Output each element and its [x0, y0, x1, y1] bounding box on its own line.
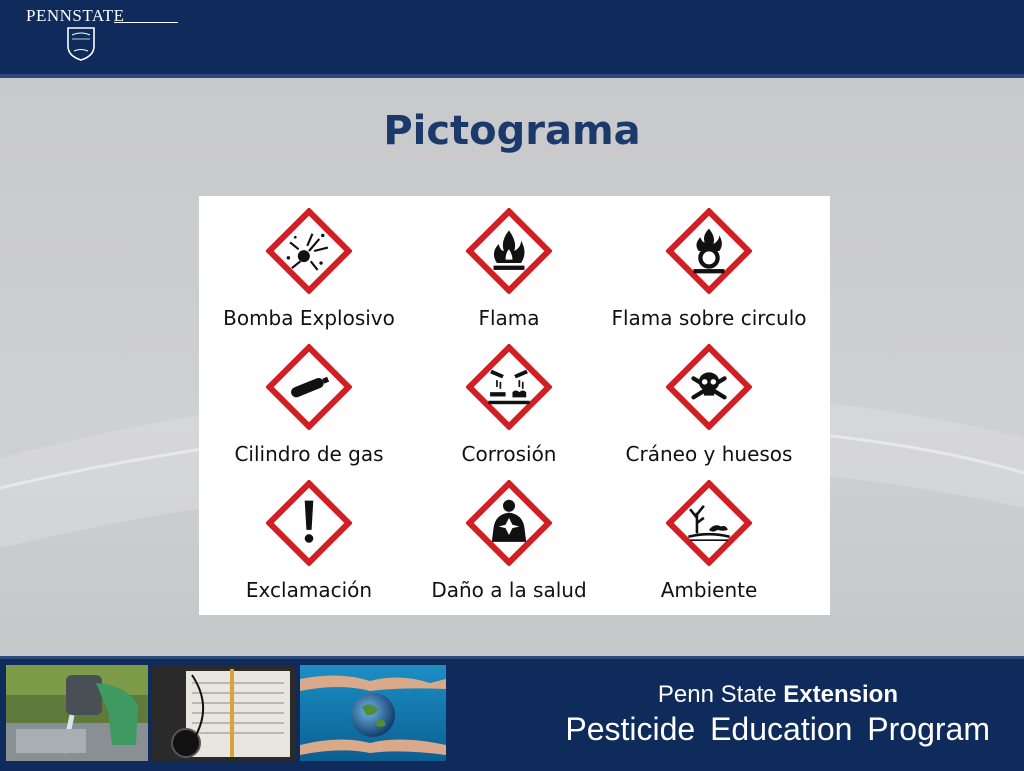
extension-brand: Penn State Extension: [560, 681, 898, 709]
flame-over-circle-icon: [666, 208, 752, 294]
brand-name: Penn State: [657, 681, 777, 708]
environment-icon: [666, 480, 752, 566]
flame-icon: [466, 208, 552, 294]
pictogram-label: Flama sobre circulo: [611, 306, 807, 330]
pictogram-cell: Cilindro de gas: [204, 332, 414, 468]
pictogram-cell: Ambiente: [604, 468, 814, 604]
pictogram-label: Exclamación: [245, 578, 373, 602]
pictogram-label: Flama: [478, 306, 540, 330]
slide-title: Pictograma: [383, 108, 641, 154]
skull-crossbones-icon: [666, 344, 752, 430]
pictogram-cell: Flama: [404, 196, 614, 332]
pictogram-cell: Exclamación: [204, 468, 414, 604]
pictogram-cell: Daño a la salud: [404, 468, 614, 604]
pictogram-label: Cráneo y huesos: [625, 442, 793, 466]
gas-cylinder-icon: [266, 344, 352, 430]
pictogram-cell: Flama sobre circulo: [604, 196, 814, 332]
program-name: Pesticide Education Program: [565, 711, 990, 747]
pictogram-panel: Bomba Explosivo Flama Flama sobre circul…: [199, 196, 830, 615]
logo-rule: [114, 22, 178, 23]
pictogram-cell: Corrosión: [404, 332, 614, 468]
pennstate-logo: PENNSTATE: [22, 6, 192, 66]
exclamation-mark-icon: [266, 480, 352, 566]
pictogram-cell: Bomba Explosivo: [204, 196, 414, 332]
corrosion-icon: [466, 344, 552, 430]
logo-text: PENNSTATE: [26, 6, 125, 25]
pictogram-label: Bomba Explosivo: [223, 306, 395, 330]
brand-bold: Extension: [783, 681, 898, 708]
pictogram-label: Ambiente: [660, 578, 758, 602]
exploding-bomb-icon: [266, 208, 352, 294]
header-bar: PENNSTATE: [0, 0, 1024, 78]
pictogram-label: Corrosión: [461, 442, 557, 466]
pictogram-label: Daño a la salud: [431, 578, 587, 602]
footer-bar: Penn State Extension Pesticide Education…: [0, 656, 1024, 771]
shield-icon: [67, 27, 95, 61]
pesticide-pouring-photo: [6, 665, 148, 761]
earth-hands-photo: [300, 665, 446, 761]
pictogram-cell: Cráneo y huesos: [604, 332, 814, 468]
health-hazard-icon: [466, 480, 552, 566]
pictogram-label: Cilindro de gas: [234, 442, 384, 466]
notebook-stopwatch-photo: [152, 665, 296, 761]
